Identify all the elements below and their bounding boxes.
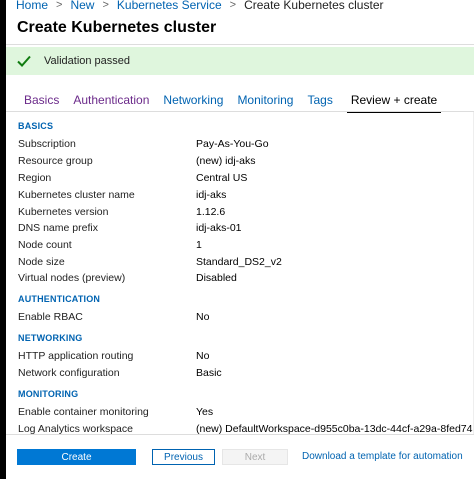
section-title-authentication: AUTHENTICATION <box>18 294 101 304</box>
row-value: Pay-As-You-Go <box>196 138 269 150</box>
row-value: Central US <box>196 172 248 184</box>
row-label: Region <box>18 172 52 184</box>
tab-bar: Basics Authentication Networking Monitor… <box>24 92 442 113</box>
row-value: (new) idj-aks <box>196 155 256 167</box>
page-title: Create Kubernetes cluster <box>17 19 217 36</box>
row-label: Kubernetes version <box>18 206 109 218</box>
row-value: Standard_DS2_v2 <box>196 256 282 268</box>
row-value: No <box>196 350 210 362</box>
breadcrumb-separator-icon: > <box>102 0 109 11</box>
row-label: Log Analytics workspace <box>18 423 133 434</box>
row-value: 1 <box>196 239 202 251</box>
row-value: Disabled <box>196 272 237 284</box>
create-cluster-blade: Home > New > Kubernetes Service > Create… <box>6 0 474 479</box>
row-value: Yes <box>196 406 214 418</box>
tab-monitoring[interactable]: Monitoring <box>237 92 293 113</box>
create-button[interactable]: Create <box>17 449 136 465</box>
previous-button[interactable]: Previous <box>152 449 215 465</box>
tab-tags[interactable]: Tags <box>307 92 332 113</box>
breadcrumb-separator-icon: > <box>229 0 237 11</box>
validation-banner: Validation passed <box>6 47 474 75</box>
next-button[interactable]: Next <box>222 449 288 465</box>
breadcrumb-home[interactable]: Home <box>16 0 48 12</box>
review-summary: BASICS Subscription Pay-As-You-Go Resour… <box>6 112 474 434</box>
breadcrumb-new[interactable]: New <box>70 0 94 12</box>
breadcrumb-current: Create Kubernetes cluster <box>244 0 384 12</box>
row-label: Enable RBAC <box>18 311 83 323</box>
row-label: Kubernetes cluster name <box>18 189 135 201</box>
tab-review-create[interactable]: Review + create <box>346 92 442 113</box>
row-label: HTTP application routing <box>18 350 134 362</box>
breadcrumb: Home > New > Kubernetes Service > Create… <box>6 0 474 14</box>
header-divider <box>6 44 474 45</box>
row-label: Node count <box>18 239 72 251</box>
breadcrumb-separator-icon: > <box>56 0 63 11</box>
tab-networking[interactable]: Networking <box>163 92 223 113</box>
row-label: Resource group <box>18 155 93 167</box>
row-value: (new) DefaultWorkspace-d955c0ba-13dc-44c… <box>196 423 474 434</box>
row-value: 1.12.6 <box>196 206 226 218</box>
footer-actions: Create Previous Next Download a template… <box>6 434 474 479</box>
validation-text: Validation passed <box>44 55 131 67</box>
row-value: Basic <box>196 367 222 379</box>
section-title-networking: NETWORKING <box>18 333 83 343</box>
row-label: Virtual nodes (preview) <box>18 272 126 284</box>
row-label: Node size <box>18 256 65 268</box>
breadcrumb-kubernetes-service[interactable]: Kubernetes Service <box>117 0 222 12</box>
section-title-monitoring: MONITORING <box>18 389 79 399</box>
row-value: idj-aks-01 <box>196 222 242 234</box>
tab-authentication[interactable]: Authentication <box>73 92 149 113</box>
row-value: idj-aks <box>196 189 227 201</box>
row-label: DNS name prefix <box>18 222 98 234</box>
row-label: Enable container monitoring <box>18 406 149 418</box>
section-title-basics: BASICS <box>18 121 54 131</box>
row-label: Subscription <box>18 138 76 150</box>
tab-basics[interactable]: Basics <box>24 92 59 113</box>
row-label: Network configuration <box>18 367 120 379</box>
checkmark-icon <box>17 55 31 67</box>
download-template-link[interactable]: Download a template for automation <box>302 451 463 462</box>
header: Create Kubernetes cluster <box>6 14 474 44</box>
row-value: No <box>196 311 210 323</box>
